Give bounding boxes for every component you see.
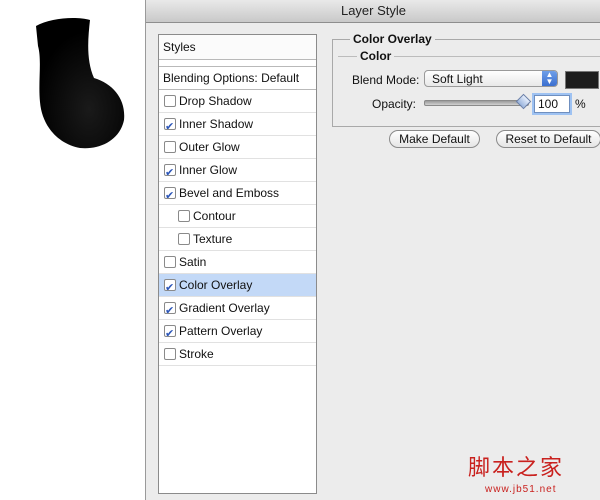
watermark-text: 脚本之家 [468, 456, 565, 481]
style-item-label: Drop Shadow [179, 94, 252, 108]
style-item-label: Contour [193, 209, 236, 223]
style-item-contour[interactable]: Contour [159, 205, 316, 228]
checkbox[interactable] [164, 348, 176, 360]
style-item-label: Inner Shadow [179, 117, 254, 131]
layer-style-dialog: Layer Style Styles Blending Options: Def… [145, 0, 600, 500]
checkbox[interactable] [164, 277, 176, 299]
style-item-inner-glow[interactable]: Inner Glow [159, 159, 316, 184]
watermark-url: www.jb51.net [485, 484, 557, 495]
blend-mode-select[interactable]: Soft Light ▲ ▼ [424, 70, 558, 87]
select-arrows-icon: ▲ ▼ [542, 71, 557, 86]
checkbox[interactable] [164, 162, 176, 184]
opacity-input[interactable]: 100 [534, 95, 570, 113]
style-item-label: Gradient Overlay [179, 301, 270, 315]
blend-mode-label: Blend Mode: [352, 73, 420, 87]
style-item-label: Inner Glow [179, 163, 238, 177]
style-item-pattern-overlay[interactable]: Pattern Overlay [159, 320, 316, 345]
style-item-label: Outer Glow [179, 140, 240, 154]
style-item-gradient-overlay[interactable]: Gradient Overlay [159, 297, 316, 322]
checkbox[interactable] [164, 116, 176, 138]
style-item-label: Bevel and Emboss [179, 186, 280, 200]
opacity-slider-track[interactable] [424, 100, 529, 106]
styles-list: Styles Blending Options: Default Drop Sh… [158, 34, 317, 494]
checkbox[interactable] [164, 323, 176, 345]
make-default-button[interactable]: Make Default [389, 130, 480, 148]
blending-options-item[interactable]: Blending Options: Default [159, 66, 316, 90]
overlay-color-swatch[interactable] [565, 71, 599, 89]
checkbox[interactable] [164, 185, 176, 207]
color-overlay-title: Color Overlay [350, 32, 435, 46]
style-item-label: Pattern Overlay [179, 324, 263, 338]
style-item-label: Texture [193, 232, 233, 246]
checkbox[interactable] [178, 233, 190, 245]
opacity-label: Opacity: [372, 97, 417, 111]
style-item-inner-shadow[interactable]: Inner Shadow [159, 113, 316, 138]
checkbox[interactable] [164, 95, 176, 107]
style-item-bevel-and-emboss[interactable]: Bevel and Emboss [159, 182, 316, 207]
style-item-label: Satin [179, 255, 207, 269]
style-item-label: Stroke [179, 347, 214, 361]
style-item-color-overlay[interactable]: Color Overlay [159, 274, 316, 299]
style-item-label: Color Overlay [179, 278, 253, 292]
dialog-title: Layer Style [146, 0, 600, 23]
style-item-stroke[interactable]: Stroke [159, 343, 316, 366]
style-item-satin[interactable]: Satin [159, 251, 316, 274]
style-item-drop-shadow[interactable]: Drop Shadow [159, 90, 316, 113]
opacity-unit: % [575, 97, 586, 111]
black-shape [36, 18, 125, 149]
style-item-outer-glow[interactable]: Outer Glow [159, 136, 316, 159]
blend-mode-value: Soft Light [432, 72, 483, 86]
reset-to-default-button[interactable]: Reset to Default [496, 130, 600, 148]
checkbox[interactable] [164, 141, 176, 153]
style-item-texture[interactable]: Texture [159, 228, 316, 251]
checkbox[interactable] [178, 210, 190, 222]
color-subgroup-title: Color [357, 49, 395, 63]
checkbox[interactable] [164, 256, 176, 268]
styles-header[interactable]: Styles [159, 35, 316, 60]
checkbox[interactable] [164, 300, 176, 322]
